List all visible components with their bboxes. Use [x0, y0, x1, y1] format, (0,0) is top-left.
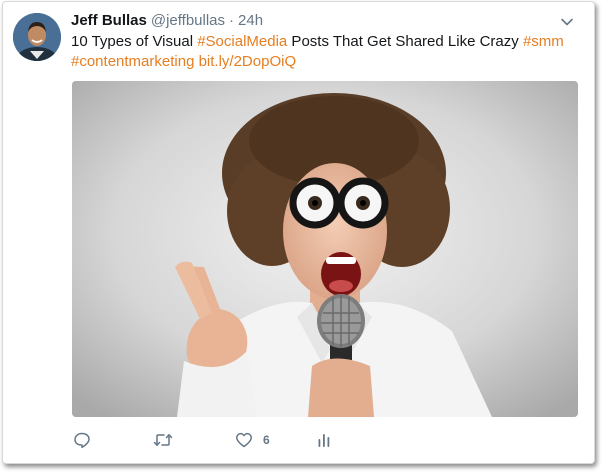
- tweet-actions: 6: [73, 430, 373, 450]
- heart-icon: [235, 431, 253, 449]
- reply-icon: [73, 431, 91, 449]
- tweet-text: 10 Types of Visual #SocialMedia Posts Th…: [71, 32, 571, 72]
- like-button[interactable]: 6: [235, 430, 270, 450]
- tweet-text-part: 10 Types of Visual: [71, 33, 198, 50]
- tweet-timestamp[interactable]: 24h: [238, 12, 263, 29]
- analytics-button[interactable]: [317, 430, 331, 450]
- chevron-down-icon[interactable]: [559, 14, 575, 30]
- tweet-header: Jeff Bullas @jeffbullas · 24h: [71, 11, 263, 31]
- reply-button[interactable]: [73, 430, 91, 450]
- tweet-card: Jeff Bullas @jeffbullas · 24h 10 Types of V…: [2, 1, 595, 464]
- hashtag-link[interactable]: #contentmarketing: [71, 53, 194, 70]
- hashtag-link[interactable]: #SocialMedia: [197, 33, 287, 50]
- hashtag-link[interactable]: #smm: [523, 33, 564, 50]
- photo-woman-with-microphone: [72, 81, 578, 417]
- avatar-image: [13, 13, 61, 61]
- url-link[interactable]: bit.ly/2DopOiQ: [199, 53, 297, 70]
- like-count: 6: [263, 433, 270, 447]
- separator-dot: ·: [229, 12, 235, 29]
- author-name[interactable]: Jeff Bullas: [71, 12, 147, 29]
- retweet-button[interactable]: [153, 430, 173, 450]
- analytics-icon: [317, 431, 331, 449]
- author-handle[interactable]: @jeffbullas: [151, 12, 225, 29]
- tweet-text-part: Posts That Get Shared Like Crazy: [287, 33, 523, 50]
- avatar[interactable]: [13, 13, 61, 61]
- tweet-media-photo[interactable]: [72, 81, 578, 417]
- retweet-icon: [153, 431, 173, 449]
